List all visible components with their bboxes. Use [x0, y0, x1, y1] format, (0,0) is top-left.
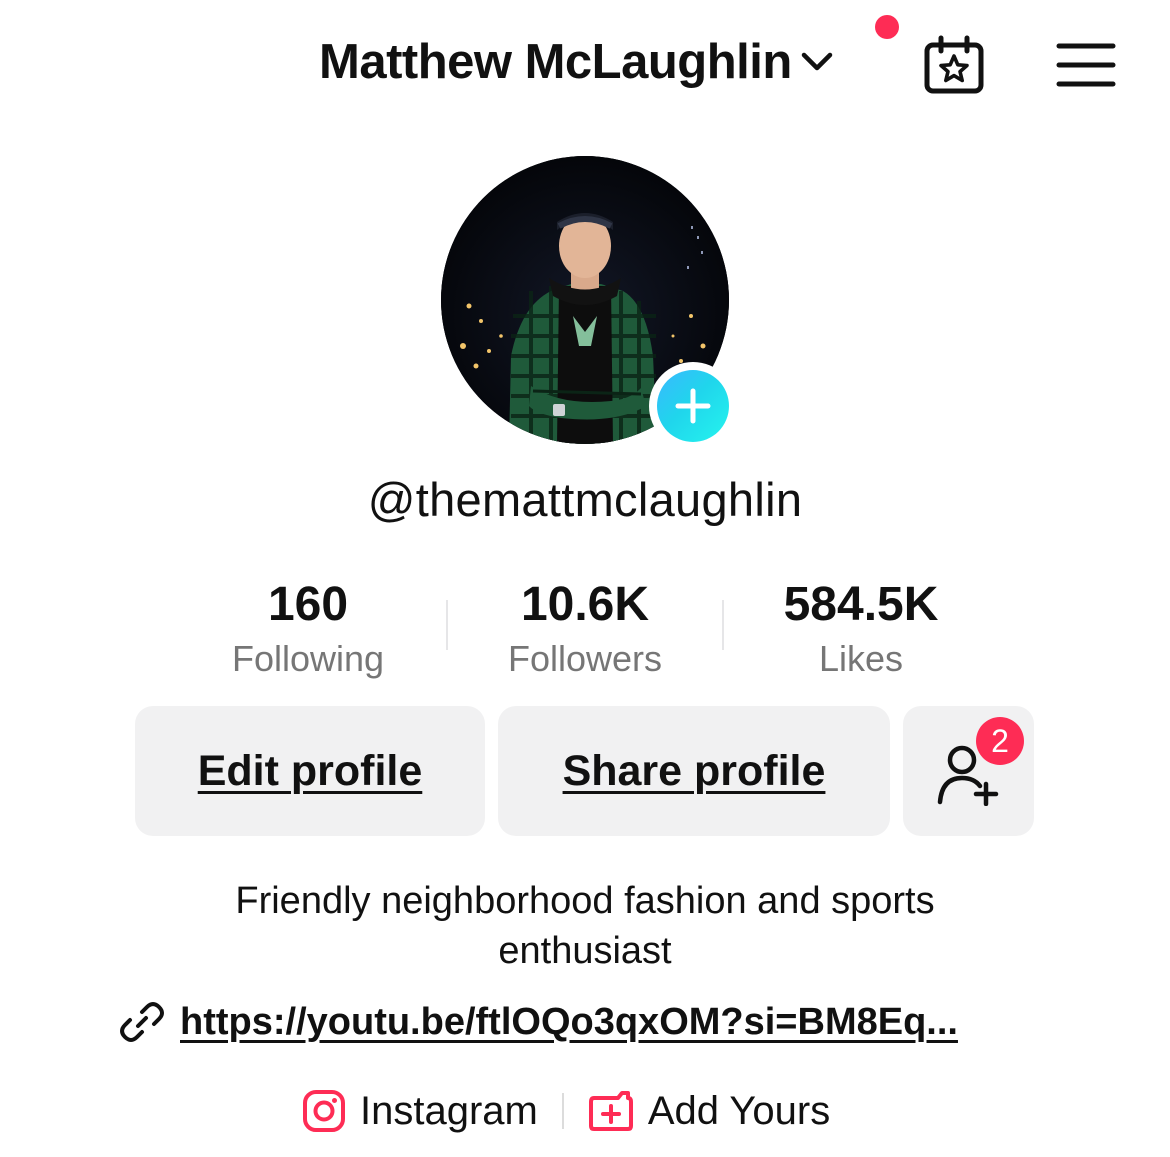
display-name: Matthew McLaughlin	[319, 35, 792, 89]
add-photo-button[interactable]	[649, 362, 737, 450]
profile-link[interactable]: https://youtu.be/ftlOQo3qxOM?si=BM8Eq...	[118, 996, 1058, 1048]
notification-dot	[875, 15, 899, 39]
add-yours-chip[interactable]: Add Yours	[588, 1089, 830, 1134]
instagram-icon	[303, 1090, 345, 1132]
instagram-chip[interactable]: Instagram	[302, 1089, 538, 1134]
stat-label: Likes	[818, 638, 904, 679]
friend-requests-badge: 2	[976, 717, 1024, 765]
stat-followers[interactable]: 10.6K Followers	[445, 577, 725, 681]
profile-screen: Matthew McLaughlin @themattmclaughlin 16…	[0, 0, 1170, 1157]
calendar-star-icon[interactable]	[922, 34, 986, 98]
edit-profile-button[interactable]: Edit profile	[135, 706, 485, 836]
divider	[561, 1093, 564, 1129]
add-yours-icon	[588, 1091, 633, 1131]
profile-chips: Instagram Add Yours	[302, 1084, 830, 1138]
bio: Friendly neighborhood fashion and sports…	[0, 876, 1170, 976]
link-url[interactable]: https://youtu.be/ftlOQo3qxOM?si=BM8Eq...	[180, 1001, 958, 1044]
username: @themattmclaughlin	[367, 473, 803, 526]
add-yours-label: Add Yours	[647, 1088, 831, 1133]
link-icon	[120, 1002, 164, 1042]
stat-value: 160	[267, 578, 349, 631]
stat-following[interactable]: 160 Following	[168, 577, 448, 681]
stat-value: 10.6K	[520, 578, 650, 631]
stat-likes[interactable]: 584.5K Likes	[721, 577, 1001, 681]
share-profile-button[interactable]: Share profile	[498, 706, 890, 836]
stat-label: Followers	[507, 638, 663, 679]
instagram-label: Instagram	[360, 1088, 538, 1133]
share-profile-label: Share profile	[562, 746, 826, 795]
chevron-down-icon	[801, 52, 833, 71]
plus-icon	[675, 388, 711, 424]
edit-profile-label: Edit profile	[197, 746, 423, 795]
stat-label: Following	[231, 638, 385, 679]
account-switcher[interactable]: Matthew McLaughlin	[319, 34, 834, 90]
bio-line-2: enthusiast	[498, 930, 672, 972]
stat-value: 584.5K	[783, 578, 939, 631]
bio-line-1: Friendly neighborhood fashion and sports	[235, 880, 935, 922]
menu-icon[interactable]	[1056, 40, 1116, 90]
